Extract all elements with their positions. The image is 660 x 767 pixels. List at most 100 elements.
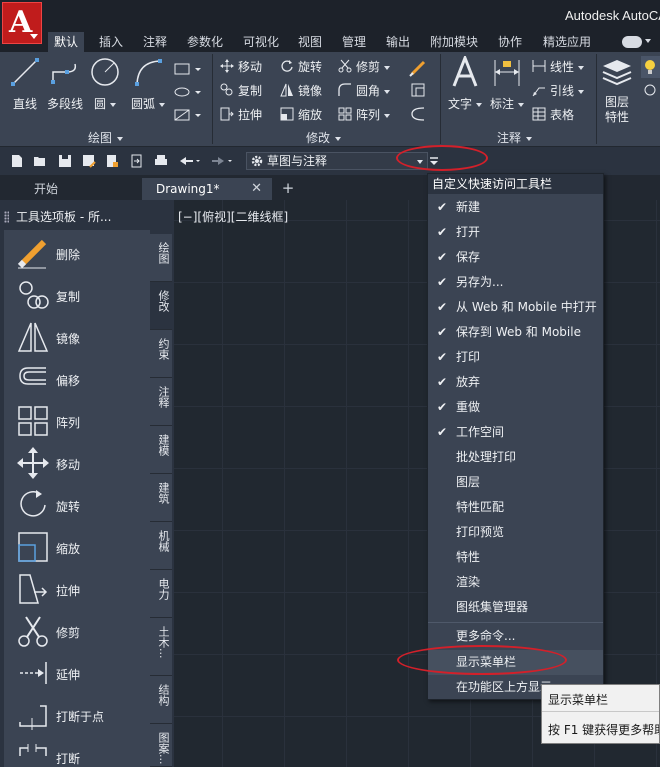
arc-button[interactable]: 圆弧	[125, 54, 171, 112]
palette-trim[interactable]: 修剪	[16, 614, 146, 648]
dimension-button[interactable]: 标注	[484, 54, 530, 112]
menu-item-workspace[interactable]: ✔ 工作空间	[428, 420, 603, 445]
workspace-dropdown[interactable]: 草图与注释	[246, 152, 428, 170]
palette-rotate[interactable]: 旋转	[16, 488, 146, 522]
menu-item-plot-preview[interactable]: 打印预览	[428, 520, 603, 545]
palette-tab-annotation[interactable]: 注释	[150, 378, 172, 426]
tab-visualize[interactable]: 可视化	[237, 32, 285, 52]
copy-button[interactable]: 复制	[220, 82, 262, 100]
tab-collaborate[interactable]: 协作	[492, 32, 528, 52]
tab-drawing1[interactable]: Drawing1* ✕	[142, 178, 272, 200]
open-web-icon[interactable]	[105, 154, 119, 168]
mirror-button[interactable]: 镜像	[280, 82, 322, 100]
menu-item-more-commands[interactable]: 更多命令...	[428, 624, 603, 649]
palette-tab-hatch[interactable]: 图案...	[150, 724, 172, 767]
new-file-icon[interactable]	[10, 154, 24, 168]
trim-button[interactable]: 修剪	[338, 58, 391, 76]
draw-extra-icons[interactable]	[173, 60, 207, 124]
customize-qat-icon[interactable]	[428, 154, 440, 168]
scale-button[interactable]: 缩放	[280, 106, 322, 124]
save-web-icon[interactable]	[130, 154, 144, 168]
palette-tab-draw[interactable]: 绘图	[150, 234, 172, 282]
move-icon	[220, 59, 234, 73]
palette-array[interactable]: 阵列	[16, 404, 146, 438]
palette-tab-mechanical[interactable]: 机械	[150, 522, 172, 570]
palette-mirror[interactable]: 镜像	[16, 320, 146, 354]
save-as-icon[interactable]	[82, 154, 96, 168]
palette-erase[interactable]: 删除	[16, 236, 146, 270]
offset-icon	[19, 367, 46, 385]
menu-item-open[interactable]: ✔ 打开	[428, 220, 603, 245]
tab-addins[interactable]: 附加模块	[424, 32, 484, 52]
menu-item-print[interactable]: ✔ 打印	[428, 345, 603, 370]
save-icon[interactable]	[58, 154, 72, 168]
tab-manage[interactable]: 管理	[336, 32, 372, 52]
circle-button[interactable]: 圆	[82, 54, 128, 112]
tab-view[interactable]: 视图	[292, 32, 328, 52]
tab-parametric[interactable]: 参数化	[181, 32, 229, 52]
move-button[interactable]: 移动	[220, 58, 262, 76]
palette-tab-electrical[interactable]: 电力	[150, 570, 172, 618]
menu-item-show-menubar[interactable]: 显示菜单栏	[428, 650, 603, 675]
print-icon[interactable]	[154, 154, 168, 168]
tab-featured-apps[interactable]: 精选应用	[537, 32, 597, 52]
menu-item-save[interactable]: ✔ 保存	[428, 245, 603, 270]
palette-tab-civil[interactable]: 土木...	[150, 618, 172, 676]
layer-properties-button[interactable]: 图层特性	[596, 54, 638, 125]
palette-copy[interactable]: 复制	[16, 278, 146, 312]
palette-tab-modify[interactable]: 修改	[150, 282, 172, 330]
draw-panel-title[interactable]: 绘图	[88, 130, 123, 146]
modify-extra-icons[interactable]	[408, 58, 434, 124]
palette-tab-structural[interactable]: 结构	[150, 676, 172, 724]
palette-break-at-point[interactable]: 打断于点	[16, 698, 146, 732]
menu-item-properties[interactable]: 特性	[428, 545, 603, 570]
application-menu-button[interactable]: A	[2, 2, 42, 44]
menu-item-save-as[interactable]: ✔ 另存为...	[428, 270, 603, 295]
menu-item-sheet-set-manager[interactable]: 图纸集管理器	[428, 595, 603, 620]
menu-item-redo[interactable]: ✔ 重做	[428, 395, 603, 420]
leader-button[interactable]: 引线	[532, 82, 585, 100]
redo-icon[interactable]	[210, 154, 234, 168]
menu-item-undo[interactable]: ✔ 放弃	[428, 370, 603, 395]
tab-annotate[interactable]: 注释	[137, 32, 173, 52]
table-button[interactable]: 表格	[532, 106, 574, 124]
tab-insert[interactable]: 插入	[93, 32, 129, 52]
menu-item-layer[interactable]: 图层	[428, 470, 603, 495]
close-icon[interactable]: ✕	[251, 178, 262, 200]
menu-item-save-web[interactable]: ✔ 保存到 Web 和 Mobile	[428, 320, 603, 345]
palette-scale[interactable]: 缩放	[16, 530, 146, 564]
tab-home[interactable]: 默认	[48, 32, 85, 52]
undo-icon[interactable]	[178, 154, 202, 168]
palette-offset[interactable]: 偏移	[16, 362, 146, 396]
menu-item-match-properties[interactable]: 特性匹配	[428, 495, 603, 520]
open-folder-icon[interactable]	[33, 154, 47, 168]
palette-move[interactable]: 移动	[16, 446, 146, 480]
palette-title[interactable]: 工具选项板 - 所...	[4, 208, 150, 226]
mirror-icon	[17, 322, 49, 352]
menu-item-batch-plot[interactable]: 批处理打印	[428, 445, 603, 470]
palette-tab-modeling[interactable]: 建模	[150, 426, 172, 474]
new-tab-button[interactable]: +	[279, 180, 297, 198]
lightbulb-icon[interactable]	[641, 56, 660, 104]
viewport-controls[interactable]: [−][俯视][二维线框]	[178, 208, 288, 225]
modify-panel-title[interactable]: 修改	[306, 130, 341, 146]
ribbon-toggle-icon[interactable]	[622, 36, 651, 48]
stretch-icon	[220, 107, 234, 121]
menu-item-open-web[interactable]: ✔ 从 Web 和 Mobile 中打开	[428, 295, 603, 320]
text-button[interactable]: 文字	[442, 53, 488, 112]
array-button[interactable]: 阵列	[338, 106, 391, 124]
palette-break[interactable]: 打断	[16, 740, 146, 767]
menu-item-render[interactable]: 渲染	[428, 570, 603, 595]
palette-tab-architectural[interactable]: 建筑	[150, 474, 172, 522]
rotate-button[interactable]: 旋转	[280, 58, 322, 76]
palette-stretch[interactable]: 拉伸	[16, 572, 146, 606]
annotation-panel-title[interactable]: 注释	[497, 130, 532, 146]
palette-extend[interactable]: 延伸	[16, 656, 146, 690]
tab-start[interactable]: 开始	[20, 178, 130, 200]
linear-dim-button[interactable]: 线性	[532, 58, 585, 76]
tab-output[interactable]: 输出	[380, 32, 416, 52]
stretch-button[interactable]: 拉伸	[220, 106, 262, 124]
menu-item-new[interactable]: ✔ 新建	[428, 195, 603, 220]
palette-tab-constraint[interactable]: 约束	[150, 330, 172, 378]
fillet-button[interactable]: 圆角	[338, 82, 391, 100]
